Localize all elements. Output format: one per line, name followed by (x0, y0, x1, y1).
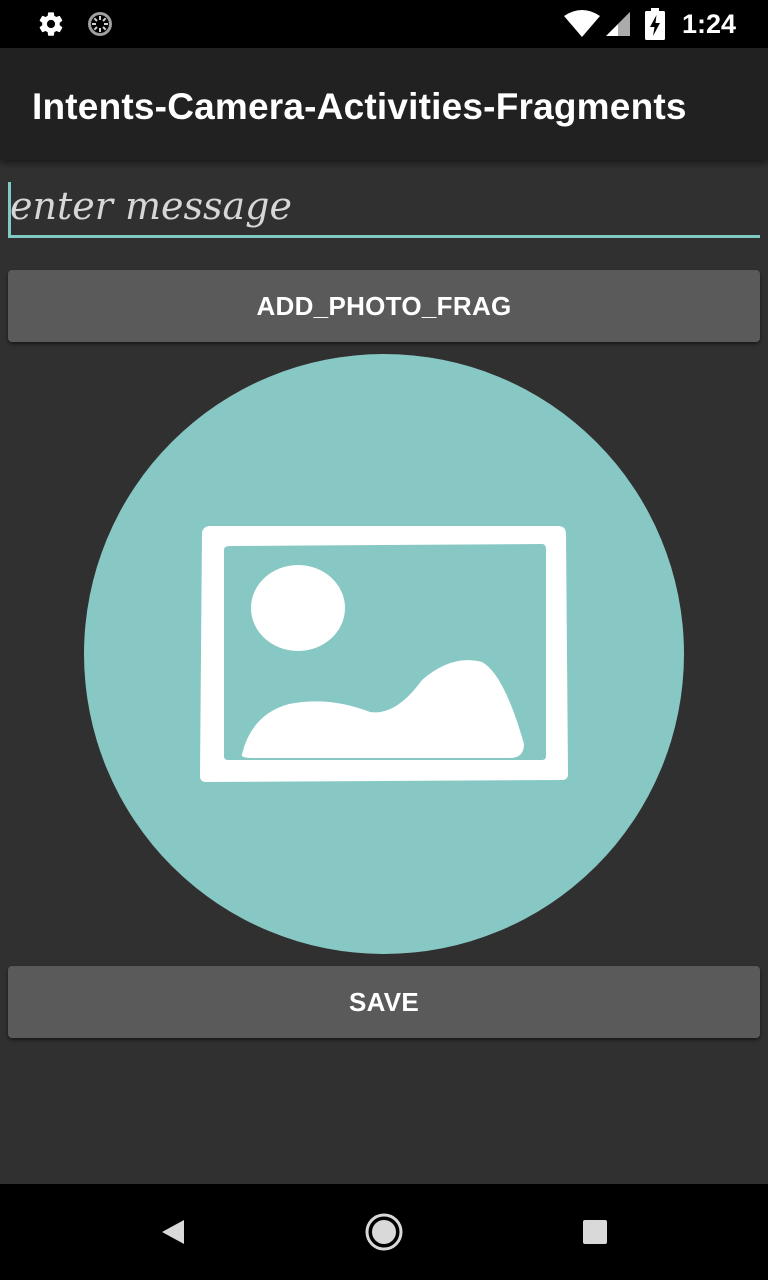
status-time: 1:24 (681, 9, 736, 39)
sync-progress-icon (88, 12, 112, 36)
photo-preview[interactable] (84, 354, 684, 954)
app-bar: Intents-Camera-Activities-Fragments (0, 48, 768, 160)
app-title: Intents-Camera-Activities-Fragments (32, 86, 687, 127)
cell-signal-icon (606, 12, 630, 36)
message-field[interactable] (8, 176, 760, 244)
status-bar: 1:24 (0, 0, 768, 48)
add-photo-frag-button[interactable]: ADD_PHOTO_FRAG (8, 270, 760, 342)
save-button[interactable]: SAVE (8, 966, 760, 1038)
recents-icon[interactable] (575, 1212, 615, 1252)
image-placeholder-icon (200, 526, 568, 782)
wifi-icon (564, 10, 600, 37)
gear-icon (39, 12, 63, 36)
app-screen: 1:24 Intents-Camera-Activities-Fragments… (0, 0, 768, 1280)
battery-charging-icon (645, 8, 665, 40)
back-icon[interactable] (154, 1212, 194, 1252)
text-cursor (8, 182, 11, 236)
home-icon[interactable] (364, 1212, 404, 1252)
message-input[interactable] (8, 176, 760, 238)
navigation-bar (0, 1184, 768, 1280)
